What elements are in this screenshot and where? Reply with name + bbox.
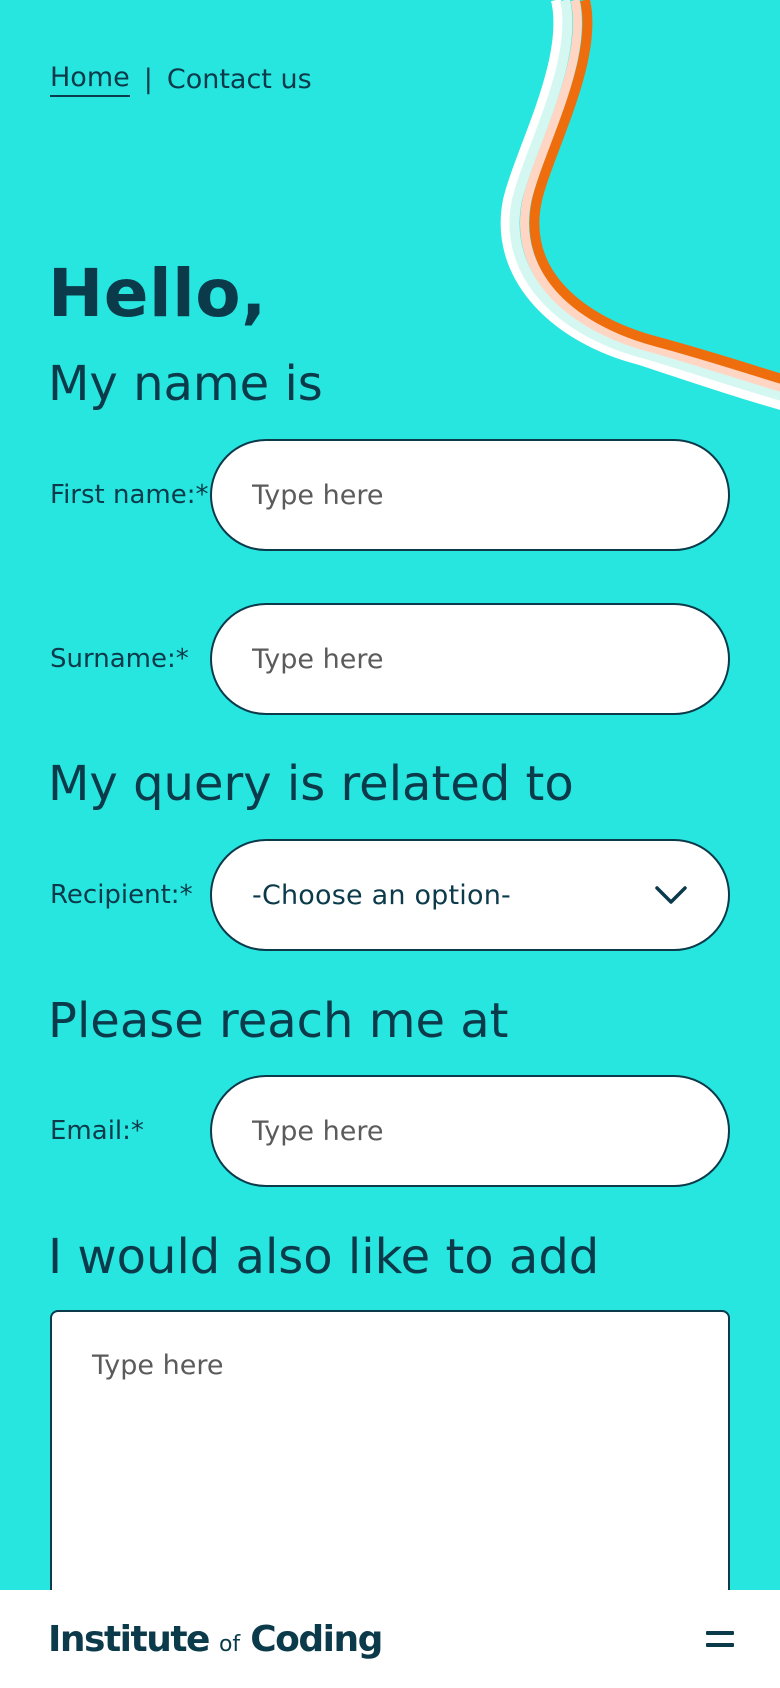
- first-name-row: First name:*: [50, 439, 730, 551]
- logo-word-institute: Institute: [48, 1618, 210, 1660]
- hamburger-menu-icon[interactable]: [700, 1619, 740, 1659]
- surname-row: Surname:*: [50, 603, 730, 715]
- name-section-heading: My name is: [48, 356, 323, 412]
- email-row: Email:*: [50, 1075, 730, 1187]
- institute-of-coding-logo[interactable]: Institute of Coding: [48, 1618, 383, 1660]
- reach-section-heading: Please reach me at: [48, 993, 509, 1049]
- email-label: Email:*: [50, 1116, 144, 1146]
- recipient-row: Recipient:* -Choose an option-: [50, 839, 730, 951]
- menu-bar-top: [706, 1631, 734, 1635]
- stripe-peach: [520, 0, 780, 392]
- surname-input[interactable]: [210, 603, 730, 715]
- chevron-down-icon: [655, 886, 687, 904]
- email-input[interactable]: [210, 1075, 730, 1187]
- footer-bar: Institute of Coding: [0, 1590, 780, 1688]
- logo-word-coding: Coding: [250, 1618, 383, 1660]
- query-section-heading: My query is related to: [48, 756, 574, 812]
- add-section-heading: I would also like to add: [48, 1229, 600, 1285]
- breadcrumb-current: Contact us: [166, 64, 312, 95]
- menu-bar-bottom: [706, 1643, 734, 1647]
- breadcrumb-separator: |: [143, 64, 153, 96]
- stripe-orange: [529, 0, 780, 384]
- recipient-selected-value: -Choose an option-: [252, 879, 511, 911]
- first-name-label: First name:*: [50, 480, 209, 510]
- greeting-heading: Hello,: [48, 255, 267, 332]
- logo-word-of: of: [218, 1631, 241, 1657]
- surname-label: Surname:*: [50, 644, 189, 674]
- message-textarea[interactable]: [50, 1310, 730, 1610]
- breadcrumb-home-link[interactable]: Home: [50, 62, 130, 98]
- first-name-input[interactable]: [210, 439, 730, 551]
- breadcrumb: Home | Contact us: [50, 62, 312, 98]
- stripe-mint: [509, 0, 780, 401]
- recipient-select[interactable]: -Choose an option-: [210, 839, 730, 951]
- recipient-label: Recipient:*: [50, 880, 193, 910]
- stripe-white: [500, 0, 780, 410]
